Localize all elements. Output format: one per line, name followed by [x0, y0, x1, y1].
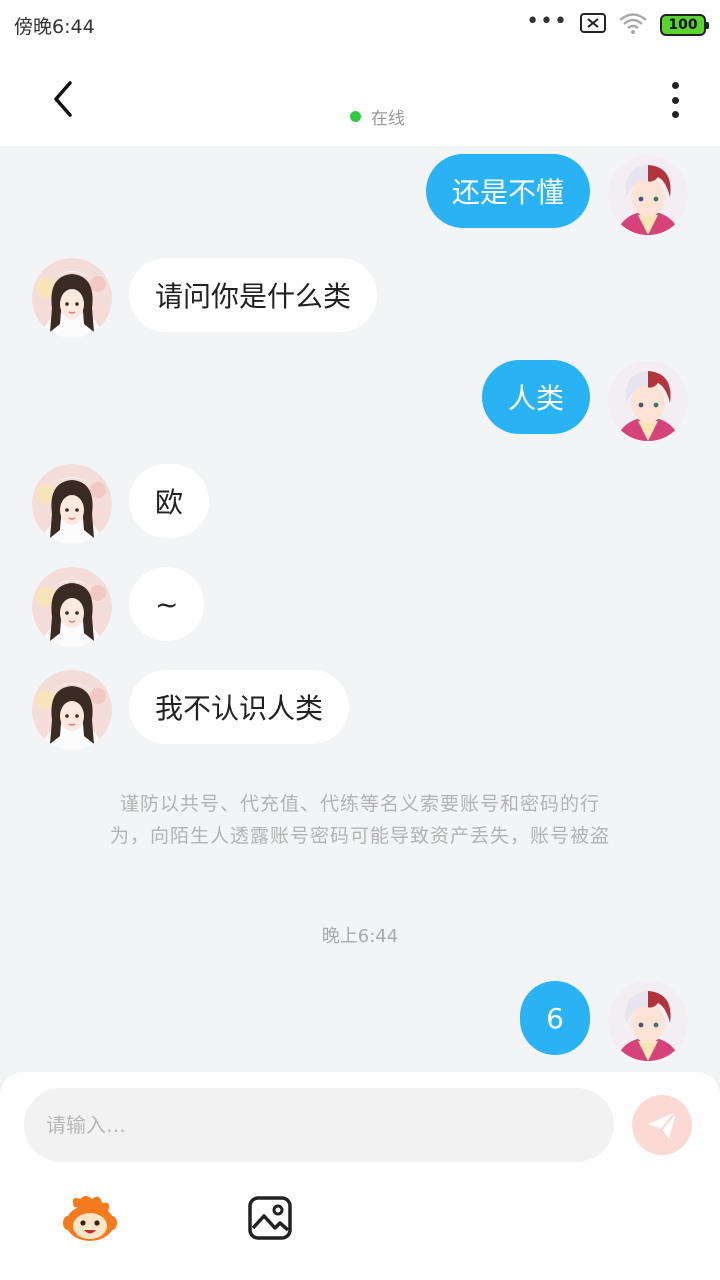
input-panel: [0, 1072, 720, 1280]
online-status: 在线: [350, 104, 405, 129]
message-bubble-received[interactable]: 请问你是什么类: [129, 258, 378, 332]
message-bubble-sent[interactable]: 6: [520, 981, 590, 1055]
security-notice-line: 为，向陌生人透露账号密码可能导致资产丢失，账号被盗: [109, 825, 610, 847]
message-bubble-sent[interactable]: 人类: [481, 360, 590, 434]
image-button[interactable]: [240, 1192, 300, 1244]
status-dots: •••: [526, 9, 568, 34]
message-bubble-received[interactable]: ~: [129, 567, 205, 641]
online-status-label: 在线: [371, 109, 405, 129]
avatar-contact[interactable]: [32, 670, 112, 750]
avatar-self[interactable]: [608, 155, 688, 235]
sim-none-icon: [580, 13, 606, 37]
security-notice: 谨防以共号、代充值、代练等名义索要账号和密码的行 为，向陌生人透露账号密码可能导…: [60, 788, 660, 852]
message-list[interactable]: 还是不懂 请问你是什么类 人类 欧 ~ 我不认识人类 谨防以共号、代充值、代练等…: [0, 146, 720, 1072]
back-icon: [54, 81, 72, 117]
avatar-contact[interactable]: [32, 258, 112, 338]
message-bubble-received[interactable]: 我不认识人类: [129, 670, 350, 744]
avatar-contact[interactable]: [32, 567, 112, 647]
emoji-icon: [63, 1196, 117, 1241]
message-bubble-received[interactable]: 欧: [129, 464, 210, 538]
security-notice-line: 谨防以共号、代充值、代练等名义索要账号和密码的行: [119, 793, 600, 815]
status-icons: ••• 100: [526, 9, 709, 38]
send-icon: [648, 1111, 677, 1139]
send-button[interactable]: [632, 1095, 692, 1155]
message-input[interactable]: [24, 1088, 614, 1162]
more-icon: [671, 82, 679, 89]
message-bubble-sent[interactable]: 还是不懂: [425, 154, 590, 228]
message-timestamp: 晚上6:44: [321, 926, 399, 947]
image-icon: [248, 1196, 292, 1240]
emoji-button[interactable]: [60, 1192, 120, 1244]
wifi-icon: [618, 12, 648, 38]
chat-header: 在线: [0, 52, 720, 146]
status-time: 傍晚6:44: [14, 16, 95, 38]
status-bar: 傍晚6:44 ••• 100: [0, 0, 720, 52]
avatar-self[interactable]: [608, 361, 688, 441]
avatar-self[interactable]: [608, 981, 688, 1061]
avatar-contact[interactable]: [32, 464, 112, 544]
battery-icon: 100: [660, 14, 709, 36]
online-dot: [350, 111, 361, 122]
back-button[interactable]: [40, 74, 84, 124]
more-button[interactable]: [660, 78, 690, 122]
